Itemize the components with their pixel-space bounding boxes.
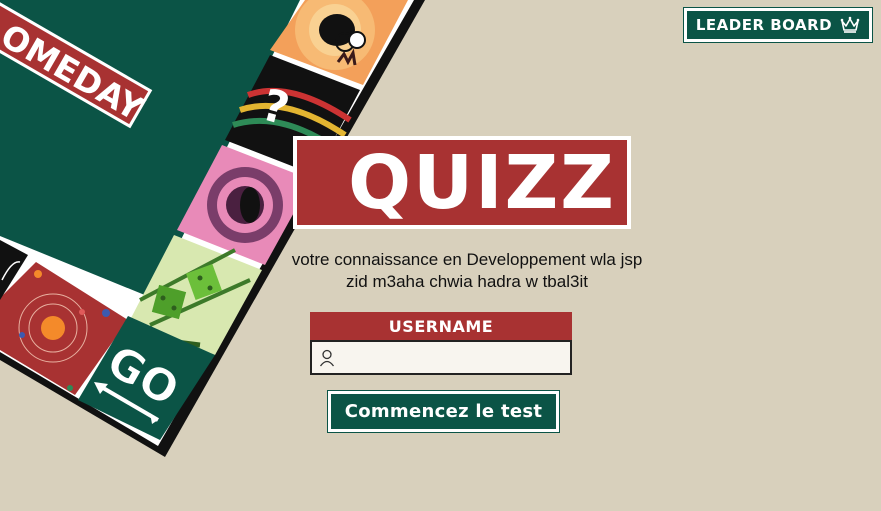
page-title: QUIZZ [297, 140, 627, 225]
quiz-title-frame: QUIZZ [293, 136, 631, 229]
user-icon [319, 349, 335, 366]
username-field[interactable] [310, 340, 572, 375]
start-test-button[interactable]: Commencez le test [327, 390, 560, 433]
username-input[interactable] [335, 341, 570, 374]
username-label: USERNAME [310, 312, 572, 340]
crown-icon [840, 16, 860, 33]
subtitle: votre connaissance en Developpement wla … [262, 249, 672, 293]
subtitle-line-2: zid m3aha chwia hadra w tbal3it [346, 272, 588, 291]
leaderboard-button[interactable]: LEADER BOARD [683, 7, 873, 43]
subtitle-line-1: votre connaissance en Developpement wla … [291, 250, 643, 269]
quiz-landing-page: ? GO OMEDAY LEADER BOARD QUIZZ votre con… [0, 0, 881, 511]
leaderboard-label: LEADER BOARD [695, 16, 833, 34]
